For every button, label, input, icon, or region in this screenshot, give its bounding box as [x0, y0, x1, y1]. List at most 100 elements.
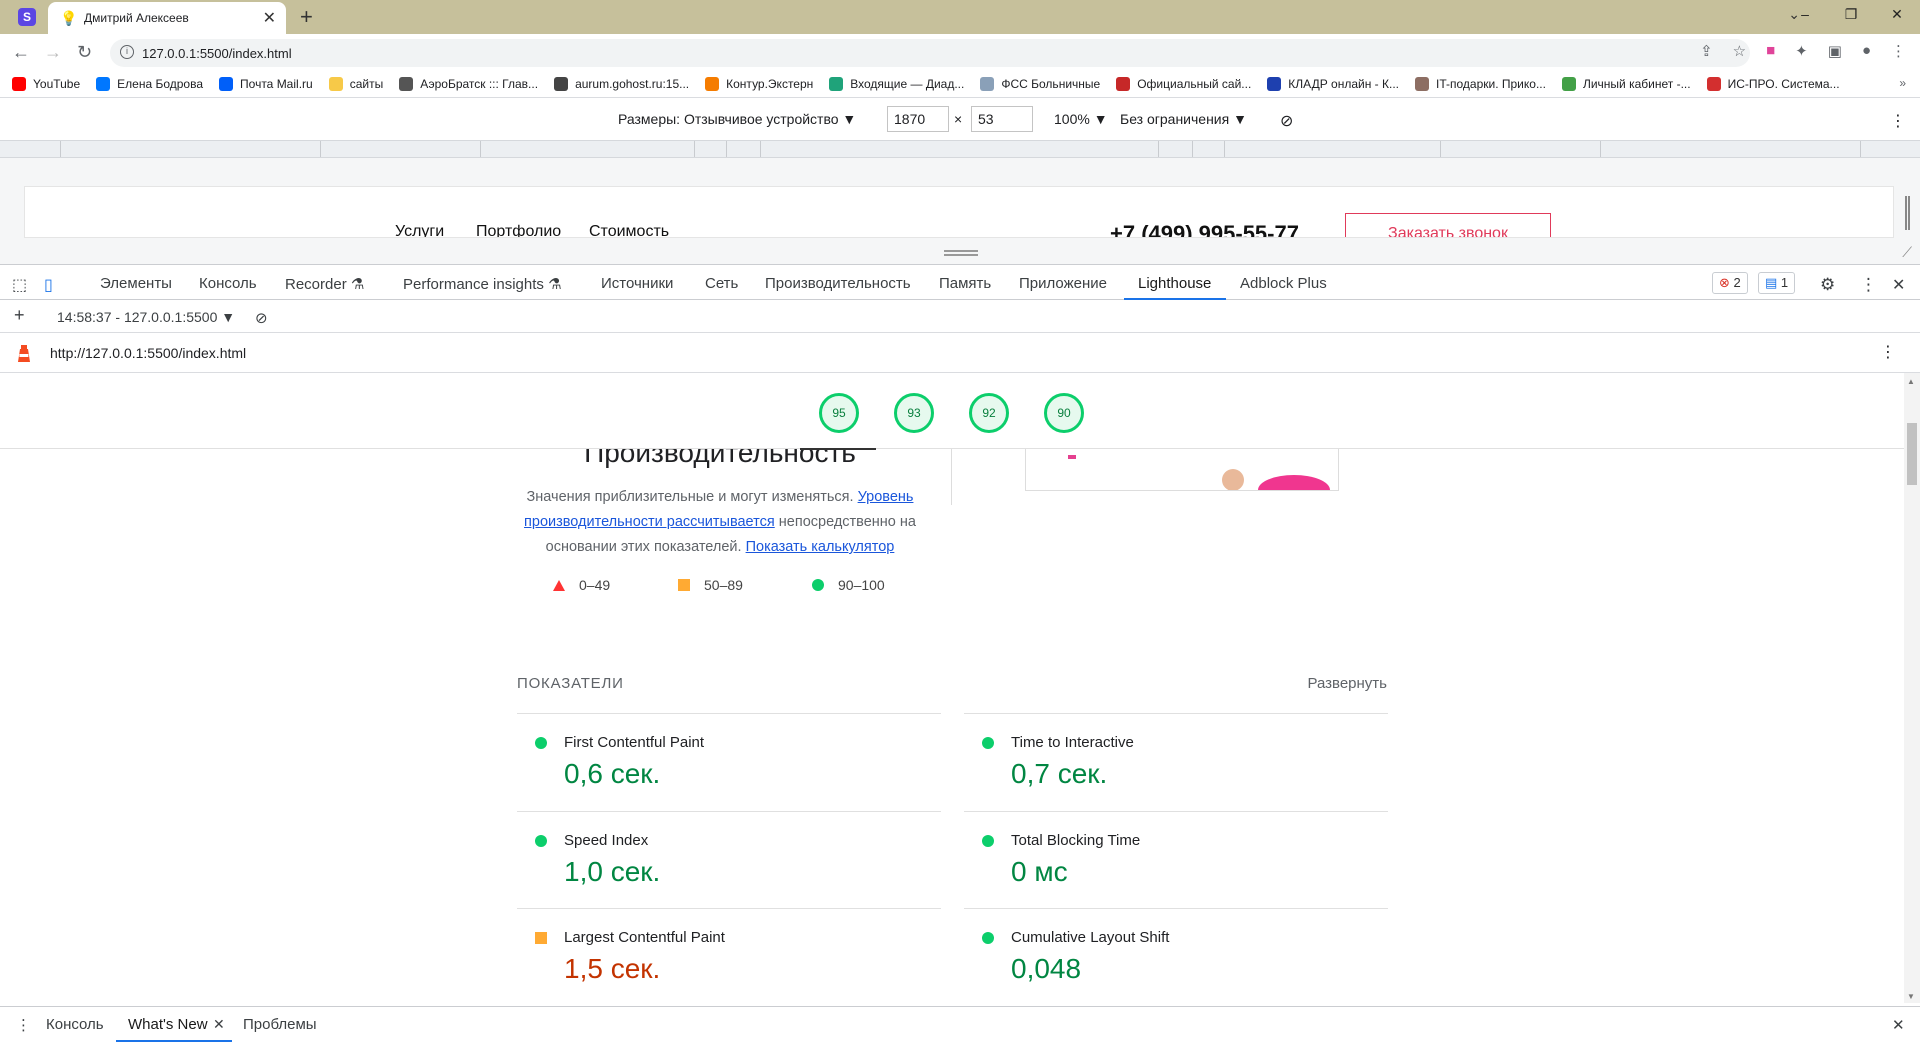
device-more-icon[interactable]: ⋮ [1890, 111, 1906, 131]
close-devtools-icon[interactable]: ✕ [1892, 275, 1905, 295]
messages-badge[interactable]: ▤ 1 [1758, 272, 1796, 294]
metric-lcp: Largest Contentful Paint 1,5 сек. [517, 908, 941, 1003]
avatar[interactable]: ● [1862, 42, 1871, 60]
resize-corner-icon[interactable]: ⟋ [1902, 244, 1912, 261]
expand-metrics-button[interactable]: Развернуть [1307, 675, 1387, 692]
close-window-icon[interactable]: ✕ [1874, 0, 1920, 28]
new-tab-button[interactable]: + [300, 4, 313, 30]
back-arrow-icon[interactable]: ← [12, 42, 30, 63]
tab-console[interactable]: Консоль [199, 275, 257, 292]
tab-network[interactable]: Сеть [705, 275, 738, 292]
tab-memory[interactable]: Память [939, 275, 991, 292]
tab-elements[interactable]: Элементы [100, 275, 172, 292]
devtools-drawer: ⋮ Консоль What's New ✕ Проблемы ✕ [0, 1006, 1920, 1042]
scroll-up-icon[interactable]: ▲ [1907, 377, 1915, 386]
legend-fail: 0–49 [553, 577, 610, 593]
restore-icon[interactable]: ❐ [1828, 0, 1874, 28]
bookmark-star-icon[interactable]: ☆ [1733, 42, 1746, 60]
kebab-menu-icon[interactable]: ⋮ [1891, 42, 1906, 60]
bookmark-item[interactable]: сайты [328, 76, 383, 91]
close-whats-new-icon[interactable]: ✕ [213, 1016, 225, 1033]
metric-value: 0,048 [1011, 953, 1082, 984]
height-input[interactable] [971, 106, 1033, 132]
drawer-menu-icon[interactable]: ⋮ [16, 1016, 31, 1034]
scroll-thumb[interactable] [1907, 423, 1917, 485]
bookmarks-more-button[interactable]: » [1899, 76, 1906, 90]
minimize-icon[interactable]: – [1782, 0, 1828, 28]
puzzle-icon[interactable]: ✦ [1795, 42, 1808, 60]
report-menu-icon[interactable]: ⋮ [1880, 342, 1896, 362]
bookmark-item[interactable]: Елена Бодрова [96, 76, 203, 91]
site-nav-services[interactable]: Услуги [395, 223, 444, 237]
media-query-ruler[interactable] [0, 140, 1920, 158]
extension-gradient-icon[interactable]: ■ [1766, 42, 1775, 60]
score-gauge-seo[interactable]: 90 [1044, 393, 1084, 433]
drawer-tab-whats-new[interactable]: What's New [128, 1016, 208, 1033]
bookmark-favicon-icon [399, 76, 414, 91]
tab-lighthouse[interactable]: Lighthouse [1138, 275, 1211, 292]
resize-handle[interactable] [944, 250, 978, 256]
close-tab-icon[interactable]: ✕ [263, 8, 276, 28]
bookmark-item[interactable]: ИС-ПРО. Система... [1706, 76, 1840, 91]
tab-performance[interactable]: Производительность [765, 275, 911, 292]
reload-icon[interactable]: ↻ [77, 42, 92, 63]
bookmark-item[interactable]: IT-подарки. Прико... [1415, 76, 1546, 91]
settings-gear-icon[interactable]: ⚙ [1820, 275, 1835, 295]
errors-count: 2 [1733, 275, 1741, 290]
share-icon[interactable]: ⇪ [1700, 42, 1713, 60]
drawer-tab-issues[interactable]: Проблемы [243, 1016, 317, 1033]
devtools-menu-icon[interactable]: ⋮ [1860, 275, 1877, 295]
metric-tti: Time to Interactive 0,7 сек. [964, 713, 1388, 811]
errors-badge[interactable]: ⊗ 2 [1712, 272, 1748, 294]
report-selector[interactable]: 14:58:37 - 127.0.0.1:5500 ▼ [57, 309, 235, 325]
bookmark-item[interactable]: Личный кабинет -... [1561, 76, 1691, 91]
tab-sources[interactable]: Источники [601, 275, 673, 292]
tab-application[interactable]: Приложение [1019, 275, 1107, 292]
site-info-icon[interactable]: i [120, 45, 134, 59]
viewport-scrollbar[interactable] [1905, 196, 1910, 230]
close-drawer-icon[interactable]: ✕ [1892, 1016, 1905, 1034]
throttle-dropdown[interactable]: Без ограничения ▼ [1120, 111, 1247, 127]
messages-count: 1 [1780, 275, 1789, 290]
bookmark-item[interactable]: ФСС Больничные [980, 76, 1100, 91]
bookmark-item[interactable]: aurum.gohost.ru:15... [554, 76, 689, 91]
site-nav-pricing[interactable]: Стоимость [589, 223, 669, 237]
show-calculator-link[interactable]: Показать калькулятор [746, 539, 895, 555]
dimensions-dropdown[interactable]: Размеры: Отзывчивое устройство ▼ [618, 111, 856, 127]
new-report-icon[interactable]: + [14, 305, 25, 326]
bookmark-item[interactable]: Почта Mail.ru [219, 76, 313, 91]
inspect-element-icon[interactable]: ⬚ [12, 275, 27, 295]
order-call-button[interactable]: Заказать звонок [1345, 213, 1551, 237]
bookmark-label: Почта Mail.ru [240, 76, 313, 91]
tab-performance-insights[interactable]: Performance insights ⚗ [403, 275, 562, 293]
bookmark-favicon-icon [96, 76, 111, 91]
clear-reports-icon[interactable]: ⊘ [255, 309, 268, 327]
address-bar[interactable]: i 127.0.0.1:5500/index.html [110, 39, 1750, 67]
bookmark-item[interactable]: Контур.Экстерн [705, 76, 813, 91]
zoom-dropdown[interactable]: 100% ▼ [1054, 111, 1108, 127]
rotate-icon[interactable]: ⊘ [1280, 111, 1293, 131]
device-toggle-icon[interactable]: ▯ [44, 275, 53, 295]
bookmark-item[interactable]: YouTube [12, 76, 80, 91]
report-scrollbar[interactable]: ▲ ▼ [1904, 373, 1920, 1003]
forward-arrow-icon[interactable]: → [44, 42, 62, 63]
width-input[interactable] [887, 106, 949, 132]
site-nav-portfolio[interactable]: Портфолио [476, 223, 561, 237]
bookmark-item[interactable]: КЛАДР онлайн - К... [1267, 76, 1399, 91]
score-gauge-performance[interactable]: 95 [819, 393, 859, 433]
pass-circle-icon [982, 835, 994, 847]
side-panel-icon[interactable]: ▣ [1828, 42, 1842, 60]
drawer-tab-console[interactable]: Консоль [46, 1016, 104, 1033]
tab-recorder[interactable]: Recorder ⚗ [285, 275, 364, 293]
score-gauge-accessibility[interactable]: 93 [894, 393, 934, 433]
final-screenshot-thumbnail[interactable] [1025, 449, 1339, 491]
tab-adblock-plus[interactable]: Adblock Plus [1240, 275, 1327, 292]
browser-tab[interactable]: 💡 Дмитрий Алексеев ✕ [48, 2, 286, 34]
score-gauge-best-practices[interactable]: 92 [969, 393, 1009, 433]
bookmark-item[interactable]: АэроБратск ::: Глав... [399, 76, 538, 91]
bookmark-item[interactable]: Входящие — Диад... [829, 76, 964, 91]
profile-icon[interactable]: S [18, 8, 36, 26]
scroll-down-icon[interactable]: ▼ [1907, 992, 1915, 1001]
devtools-tabbar: ⬚ ▯ Элементы Консоль Recorder ⚗ Performa… [0, 264, 1920, 300]
bookmark-item[interactable]: Официальный сай... [1116, 76, 1251, 91]
